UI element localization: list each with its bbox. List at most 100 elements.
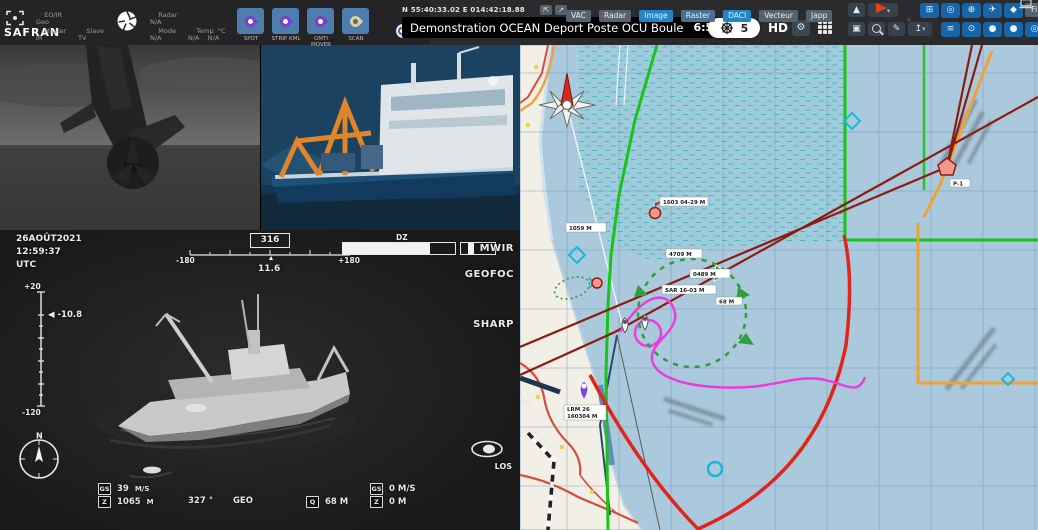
flag-icon — [876, 3, 887, 13]
expand-view-button[interactable]: ⊞ — [920, 3, 939, 18]
thermal-image — [0, 230, 520, 530]
osd-dz-label: DZ — [396, 233, 408, 242]
point-layer-button[interactable]: ● — [983, 22, 1002, 37]
flag-dropdown-button[interactable]: ▾ — [868, 3, 898, 17]
strip-pin-icon — [278, 13, 294, 29]
los-eye-icon — [470, 440, 504, 458]
osd-elev-scale — [36, 290, 46, 408]
osd-los: LOS — [495, 462, 512, 471]
target-speed-row: GS0 M/S — [370, 483, 416, 495]
aircraft-speed-row: GS 39M/S — [98, 483, 149, 495]
osd-heading-box: 316 — [250, 233, 290, 248]
chip-japp[interactable]: Japp — [806, 10, 832, 22]
svg-text:N: N — [36, 432, 43, 441]
osd-sharp: SHARP — [473, 319, 514, 330]
helm-icon — [720, 21, 734, 35]
svg-text:68 M: 68 M — [719, 300, 734, 306]
search-icon — [872, 24, 881, 33]
aircraft-layer-button[interactable]: ✈ — [983, 3, 1002, 18]
stat-master: MasterIR — [36, 20, 66, 43]
coord-copy-button[interactable]: ⇱ — [540, 5, 552, 15]
osd-compass: N — [14, 432, 64, 482]
target-bracket-icon — [6, 10, 24, 26]
ship-color-image — [261, 45, 520, 230]
target-lock-button[interactable]: ⊕ — [962, 3, 981, 18]
sar-mode-strip-label: STRIP KML — [269, 36, 303, 42]
osd-heading-tape — [188, 249, 352, 261]
terrain-button[interactable]: ▲ — [848, 3, 865, 17]
shutter-icon[interactable] — [116, 10, 138, 32]
sar-mode-scan-button[interactable] — [342, 8, 369, 34]
stat-slave: SlaveTV — [78, 20, 104, 43]
svg-text:1603 04-29 M: 1603 04-29 M — [663, 200, 705, 206]
stat-mode: ModeN/A — [150, 20, 176, 43]
osd-time: 12:59:37 — [16, 247, 61, 257]
osd-elev-marker: ◀ -10.8 — [48, 310, 82, 320]
osd-elev-bottom: -120 — [22, 408, 41, 417]
sar-mode-gmti-label: GMTI MOVER — [304, 36, 338, 48]
osd-band: MWIR — [480, 243, 514, 254]
video-feed-uav-ir[interactable] — [0, 45, 260, 230]
groundspeed-icon: GS — [98, 483, 111, 495]
osd-geofoc: GEOFOC — [465, 269, 514, 280]
vessel-count: 5 — [741, 22, 749, 35]
sar-mode-strip-button[interactable] — [272, 8, 299, 34]
point-layer-2-button[interactable]: ● — [1004, 22, 1023, 37]
ring-layer-button[interactable]: ◎ — [1025, 22, 1038, 37]
svg-text:SAR 16-03 M: SAR 16-03 M — [665, 288, 704, 294]
chip-image[interactable]: Image — [639, 10, 673, 22]
chip-vecteur[interactable]: Vecteur — [759, 10, 798, 22]
range-row: Q 68 M — [306, 496, 348, 508]
settings-gear-button[interactable]: ⚙ — [792, 20, 810, 36]
osd-date: 26AOÛT2021 — [16, 234, 82, 244]
osd-zoom-bar — [342, 242, 456, 255]
svg-text:1059 M: 1059 M — [569, 226, 592, 232]
frame-capture-button[interactable]: ▣ — [848, 22, 865, 36]
svg-text:P-1: P-1 — [953, 182, 963, 188]
uav-ir-image — [0, 45, 260, 230]
thermal-mwir-viewport[interactable]: 26AOÛT2021 12:59:37 UTC 316 -180 +180 11… — [0, 230, 520, 530]
mission-title: Demonstration OCEAN Deport Poste OCU Bou… — [410, 21, 683, 35]
osd-timezone: UTC — [16, 260, 36, 270]
buoy-layer-button[interactable]: ⊙ — [962, 22, 981, 37]
radar-scope-button[interactable]: ◎ — [941, 3, 960, 18]
top-toolbar: SAFRAN EO/IRGeo MasterIR SlaveTV RadarN/… — [0, 0, 1038, 45]
tactical-map[interactable]: 1603 04-29 M 4709 M 0489 M SAR 16-03 M 1… — [520, 45, 1038, 530]
hd-indicator: HD — [768, 21, 788, 35]
sar-mode-spot-label: SPOT — [234, 36, 268, 42]
apps-grid-button[interactable] — [818, 20, 834, 36]
osd-azimuth: 11.6 — [258, 264, 280, 274]
ocu-workstation: { "topbar": { "brand": "SAFRAN", "stats"… — [0, 0, 1038, 530]
osd-scale-min: -180 — [176, 256, 195, 265]
spot-pin-icon — [243, 13, 259, 29]
osd-scale-max: +180 — [338, 256, 360, 265]
cursor-coordinates: N 55:40:33.02 E 014:42:18.88 — [402, 6, 525, 14]
gmti-pin-icon — [313, 13, 329, 29]
target-alt-row: Z0 M — [370, 496, 406, 508]
camera-heading: 327 ° GEO — [188, 496, 253, 506]
range-icon: Q — [306, 496, 319, 508]
geo-mode-label: GEO — [233, 496, 253, 506]
svg-text:4709 M: 4709 M — [669, 252, 692, 258]
stat-temp: Temp °CN/A N/A — [188, 20, 226, 43]
chip-radar[interactable]: Radar — [599, 10, 631, 22]
chip-raster[interactable]: Raster — [681, 10, 715, 22]
sar-mode-gmti-button[interactable] — [307, 8, 334, 34]
scan-pin-icon — [348, 13, 364, 29]
sar-mode-scan-label: SCAN — [339, 36, 373, 42]
laptop-icon[interactable] — [1018, 0, 1034, 9]
video-feed-ship-color[interactable] — [261, 45, 520, 230]
svg-text:LRM 26: LRM 26 — [567, 407, 590, 413]
search-button[interactable] — [868, 22, 885, 36]
edit-button[interactable]: ✎ — [888, 22, 905, 36]
altitude-icon: Z — [98, 496, 111, 508]
svg-text:160304 M: 160304 M — [567, 414, 597, 420]
sar-mode-spot-button[interactable] — [237, 8, 264, 34]
layer-chip-row: VAC Radar Image Raster DACI Vecteur Japp — [566, 3, 835, 22]
chip-vac[interactable]: VAC — [566, 10, 591, 22]
chip-daci[interactable]: DACI — [723, 10, 751, 22]
export-dropdown-button[interactable]: ↥▾ — [908, 22, 932, 36]
sliders-button[interactable]: ≡ — [941, 22, 960, 37]
svg-text:0489 M: 0489 M — [693, 272, 716, 278]
aircraft-alt-row: Z 1065M — [98, 496, 154, 508]
